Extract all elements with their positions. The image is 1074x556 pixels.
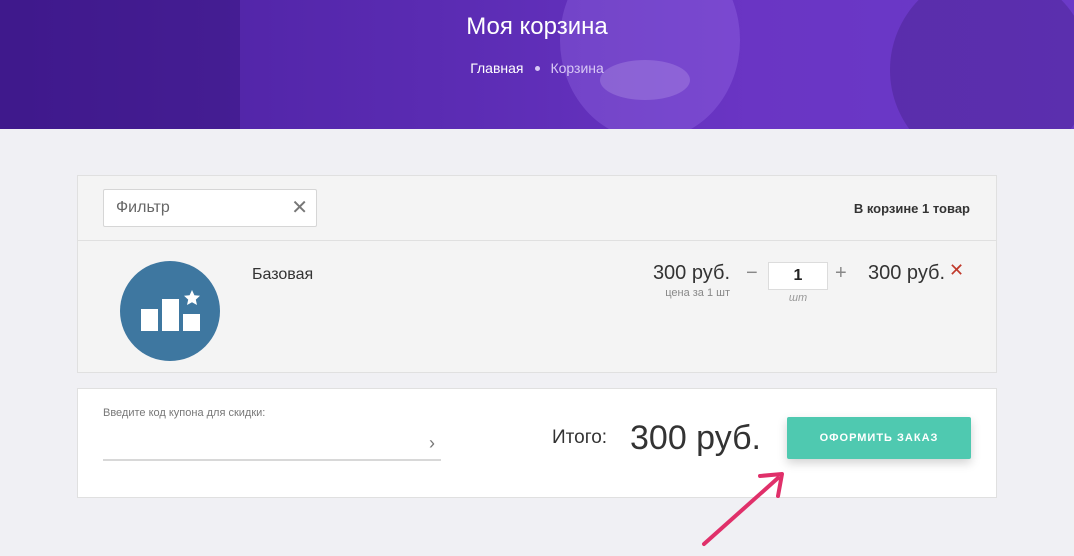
breadcrumb: Главная Корзина [0, 60, 1074, 76]
cart-item: Базовая 300 руб. цена за 1 шт − 1 шт + 3… [78, 242, 996, 372]
product-name[interactable]: Базовая [252, 266, 313, 284]
annotation-arrow-icon [702, 472, 784, 546]
coupon-input[interactable] [103, 427, 413, 457]
page-header: Моя корзина Главная Корзина [0, 0, 1074, 129]
unit-price: 300 руб. цена за 1 шт [638, 262, 730, 299]
cart-count: В корзине 1 товар [853, 201, 970, 216]
filter-input[interactable] [104, 190, 284, 226]
increase-quantity-button[interactable]: + [835, 262, 847, 285]
breadcrumb-home-link[interactable]: Главная [470, 60, 523, 76]
page-title: Моя корзина [466, 13, 608, 40]
order-total-label: Итого: [552, 427, 608, 448]
decrease-quantity-button[interactable]: − [746, 262, 758, 285]
checkout-button[interactable]: ОФОРМИТЬ ЗАКАЗ [787, 417, 971, 459]
unit-price-value: 300 руб. [652, 262, 730, 284]
item-total: 300 руб. [868, 262, 946, 284]
cart-panel: ✕ В корзине 1 товар Базовая 300 руб. цен… [77, 175, 997, 373]
quantity-input[interactable]: 1 [768, 262, 828, 290]
remove-item-icon[interactable]: ✕ [949, 260, 964, 281]
breadcrumb-current: Корзина [550, 60, 604, 76]
filter-field: ✕ [103, 189, 317, 227]
coupon-field: › [103, 427, 441, 461]
unit-price-note: цена за 1 шт [665, 287, 730, 299]
podium-star-icon [120, 261, 220, 361]
coupon-label: Введите код купона для скидки: [103, 407, 266, 419]
chevron-right-icon[interactable]: › [429, 433, 435, 454]
quantity-unit: шт [788, 292, 808, 304]
order-panel: Введите код купона для скидки: › Итого: … [77, 388, 997, 498]
cart-toolbar: ✕ В корзине 1 товар [78, 176, 996, 241]
order-total-value: 300 руб. [630, 419, 762, 457]
breadcrumb-separator [535, 65, 541, 71]
close-icon[interactable]: ✕ [291, 196, 308, 220]
